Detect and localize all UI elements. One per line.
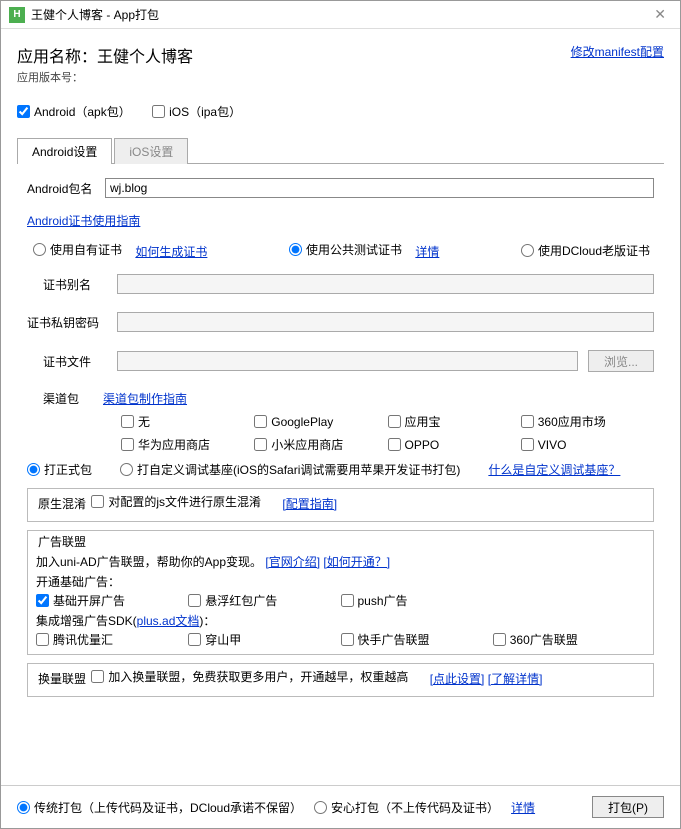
- ads-title: 广告联盟: [36, 533, 88, 550]
- custom-base-link[interactable]: 什么是自定义调试基座？: [488, 461, 620, 478]
- ads-sdk-0[interactable]: 腾讯优量汇: [36, 631, 170, 648]
- channel-checkbox-3[interactable]: 360应用市场: [521, 413, 636, 430]
- channel-checkbox-4[interactable]: 华为应用商店: [121, 436, 236, 453]
- ads-sdk-2[interactable]: 快手广告联盟: [341, 631, 475, 648]
- platform-android-checkbox[interactable]: Android（apk包）: [17, 103, 131, 120]
- tab-ios[interactable]: iOS设置: [114, 138, 188, 164]
- close-icon[interactable]: ✕: [648, 6, 672, 23]
- browse-button[interactable]: 浏览...: [588, 350, 654, 372]
- obf-js-checkbox[interactable]: 对配置的js文件进行原生混淆: [91, 493, 261, 510]
- ads-basic-title: 开通基础广告：: [36, 573, 645, 590]
- pkg-label: Android包名: [27, 180, 105, 197]
- footer-safe-radio[interactable]: 安心打包（不上传代码及证书）: [314, 799, 499, 816]
- channel-label: 渠道包: [43, 390, 103, 407]
- obf-guide-link[interactable]: [配置指南]: [282, 497, 337, 511]
- tab-android[interactable]: Android设置: [17, 138, 112, 164]
- key-label: 证书私钥密码: [27, 314, 117, 331]
- cert-alias-input: [117, 274, 654, 294]
- ads-intro-link1[interactable]: [官网介绍]: [265, 555, 320, 569]
- platform-ios-checkbox[interactable]: iOS（ipa包）: [152, 103, 241, 120]
- ads-basic-2[interactable]: push广告: [341, 592, 475, 609]
- ads-intro-link2[interactable]: [如何开通？]: [323, 555, 390, 569]
- cert-own-link[interactable]: 如何生成证书: [135, 245, 207, 259]
- ads-sdk-1[interactable]: 穿山甲: [188, 631, 322, 648]
- cert-guide-link[interactable]: Android证书使用指南: [27, 214, 140, 228]
- cert-old-radio[interactable]: 使用DCloud老版证书: [521, 242, 650, 259]
- ads-basic-1[interactable]: 悬浮红包广告: [188, 592, 322, 609]
- exchange-link2[interactable]: [了解详情]: [488, 672, 543, 686]
- channel-checkbox-2[interactable]: 应用宝: [388, 413, 503, 430]
- channel-checkbox-1[interactable]: GooglePlay: [254, 413, 369, 430]
- cert-public-link[interactable]: 详情: [415, 245, 439, 259]
- ads-sdk-3[interactable]: 360广告联盟: [493, 631, 627, 648]
- window-title: 王健个人博客 - App打包: [31, 6, 648, 23]
- channel-checkbox-7[interactable]: VIVO: [521, 436, 636, 453]
- file-label: 证书文件: [43, 353, 117, 370]
- cert-public-radio[interactable]: 使用公共测试证书: [289, 241, 402, 258]
- footer-traditional-radio[interactable]: 传统打包（上传代码及证书，DCloud承诺不保留）: [17, 799, 302, 816]
- modify-manifest-link[interactable]: 修改manifest配置: [571, 43, 664, 60]
- pack-custom-radio[interactable]: 打自定义调试基座(iOS的Safari调试需要用苹果开发证书打包): [120, 461, 460, 478]
- exchange-title: 换量联盟: [36, 670, 88, 687]
- channel-guide-link[interactable]: 渠道包制作指南: [103, 390, 187, 407]
- channel-checkbox-6[interactable]: OPPO: [388, 436, 503, 453]
- exchange-checkbox[interactable]: 加入换量联盟，免费获取更多用户，开通越早，权重越高: [91, 668, 408, 685]
- channel-checkbox-5[interactable]: 小米应用商店: [254, 436, 369, 453]
- cert-key-input: [117, 312, 654, 332]
- pack-official-radio[interactable]: 打正式包: [27, 461, 92, 478]
- pack-button[interactable]: 打包(P): [592, 796, 664, 818]
- obf-title: 原生混淆: [36, 495, 88, 512]
- cert-own-radio[interactable]: 使用自有证书: [33, 241, 122, 258]
- channel-checkbox-0[interactable]: 无: [121, 413, 236, 430]
- package-name-input[interactable]: [105, 178, 654, 198]
- alias-label: 证书别名: [43, 276, 117, 293]
- footer-detail-link[interactable]: 详情: [511, 799, 535, 816]
- cert-file-input: [117, 351, 578, 371]
- app-name: 应用名称：王健个人博客: [17, 43, 193, 67]
- app-icon: H: [9, 7, 25, 23]
- titlebar: H 王健个人博客 - App打包 ✕: [1, 1, 680, 29]
- ads-sdk-link[interactable]: plus.ad文档: [137, 614, 200, 628]
- version-label: 应用版本号：: [17, 69, 664, 85]
- ads-basic-0[interactable]: 基础开屏广告: [36, 592, 170, 609]
- exchange-link1[interactable]: [点此设置]: [430, 672, 485, 686]
